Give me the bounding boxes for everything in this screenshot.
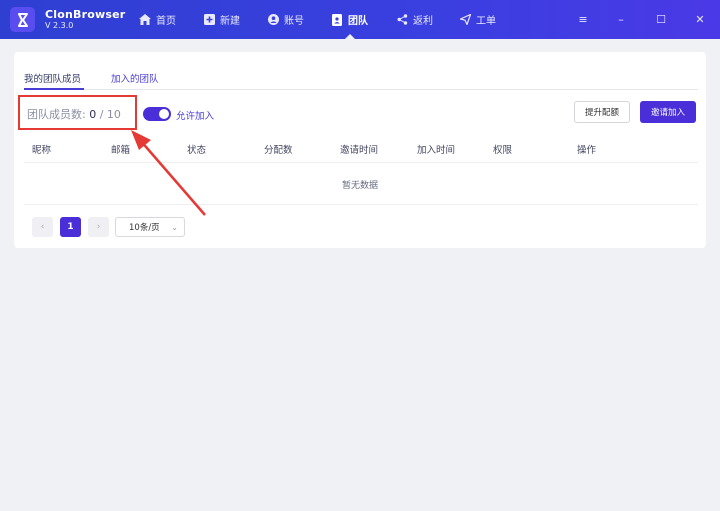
- column-header-allocated: 分配数: [264, 145, 293, 156]
- home-icon: [139, 14, 151, 26]
- nav-tickets[interactable]: 工单: [459, 0, 496, 39]
- plus-square-icon: [203, 14, 215, 26]
- nav-accounts[interactable]: 账号: [267, 0, 304, 39]
- nav-team-label: 团队: [348, 16, 368, 27]
- table-bottom-divider: [24, 204, 698, 205]
- page-1-button[interactable]: 1: [60, 217, 81, 237]
- nav-rebate[interactable]: 返利: [396, 0, 433, 39]
- title-bar: ClonBrowser V 2.3.0 首页 新建 账号 团队 返利 工单 ≡ …: [0, 0, 720, 39]
- member-count-separator: /: [96, 108, 107, 121]
- nav-new-label: 新建: [220, 16, 240, 27]
- member-count-max: 10: [106, 108, 121, 121]
- member-count-label: 团队成员数:: [27, 108, 86, 121]
- table-header-divider: [24, 162, 698, 163]
- prev-page-button[interactable]: ‹: [32, 217, 53, 237]
- column-header-actions: 操作: [577, 145, 597, 156]
- logo-icon: [17, 12, 28, 27]
- team-badge-icon: [331, 13, 343, 26]
- tab-divider: [24, 89, 698, 90]
- next-page-button[interactable]: ›: [88, 217, 109, 237]
- nav-home[interactable]: 首页: [139, 0, 176, 39]
- page-size-value: 10条/页: [129, 223, 160, 233]
- toggle-knob: [159, 109, 169, 119]
- tab-my-members[interactable]: 我的团队成员: [24, 71, 81, 85]
- allow-join-toggle[interactable]: [143, 107, 171, 121]
- send-icon: [459, 14, 471, 26]
- menu-icon[interactable]: ≡: [575, 11, 591, 27]
- column-header-permission: 权限: [493, 145, 513, 156]
- app-version: V 2.3.0: [45, 21, 74, 30]
- member-count: 团队成员数: 0 / 10: [27, 106, 121, 122]
- nav-tickets-label: 工单: [476, 16, 496, 27]
- page-size-select[interactable]: 10条/页 ⌄: [115, 217, 185, 237]
- maximize-icon[interactable]: ☐: [653, 11, 669, 27]
- column-header-invite-time: 邀请时间: [340, 145, 379, 156]
- nav-accounts-label: 账号: [284, 16, 304, 27]
- chevron-down-icon: ⌄: [171, 223, 178, 232]
- empty-state: 暂无数据: [341, 181, 378, 191]
- allow-join-label: 允许加入: [176, 111, 215, 122]
- share-icon: [396, 14, 408, 26]
- column-header-join-time: 加入时间: [417, 145, 456, 156]
- nav-rebate-label: 返利: [413, 16, 433, 27]
- column-header-status: 状态: [187, 145, 207, 156]
- column-header-nickname: 昵称: [32, 145, 52, 156]
- nav-new[interactable]: 新建: [203, 0, 240, 39]
- app-name: ClonBrowser: [45, 8, 126, 21]
- invite-button[interactable]: 邀请加入: [640, 101, 696, 123]
- nav-home-label: 首页: [156, 16, 176, 27]
- tab-active-indicator: [24, 88, 84, 90]
- team-panel: 我的团队成员 加入的团队 团队成员数: 0 / 10 允许加入 提升配额 邀请加…: [14, 52, 706, 248]
- user-circle-icon: [267, 14, 279, 26]
- upgrade-quota-button[interactable]: 提升配额: [574, 101, 630, 123]
- minimize-icon[interactable]: –: [613, 11, 629, 27]
- close-icon[interactable]: ✕: [692, 11, 708, 27]
- tab-joined-teams[interactable]: 加入的团队: [111, 71, 159, 85]
- column-header-email: 邮箱: [111, 145, 131, 156]
- active-tab-caret: [345, 34, 355, 39]
- app-logo: [10, 7, 35, 32]
